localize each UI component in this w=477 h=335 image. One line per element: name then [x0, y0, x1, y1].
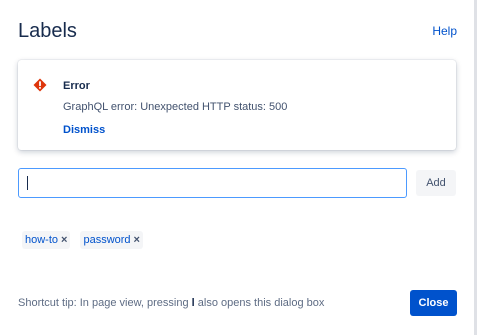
label-text[interactable]: password [83, 231, 130, 249]
labels-list: how-to × password × [22, 231, 143, 249]
remove-label-icon[interactable]: × [61, 231, 67, 249]
shortcut-tip-text-end: also opens this dialog box [194, 297, 325, 309]
dialog-header: Labels Help [18, 18, 457, 46]
label-input[interactable] [18, 168, 407, 198]
error-flag-message: GraphQL error: Unexpected HTTP status: 5… [63, 101, 288, 113]
error-flag: Error GraphQL error: Unexpected HTTP sta… [18, 60, 456, 150]
label-tag-password[interactable]: password × [80, 231, 143, 249]
label-input-row: Add [18, 168, 456, 198]
add-button[interactable]: Add [416, 170, 456, 196]
error-flag-title: Error [63, 80, 90, 92]
remove-label-icon[interactable]: × [134, 231, 140, 249]
shortcut-tip: Shortcut tip: In page view, pressing l a… [18, 296, 324, 310]
error-icon [33, 78, 47, 92]
dismiss-button[interactable]: Dismiss [63, 123, 105, 137]
help-link[interactable]: Help [432, 23, 457, 39]
label-tag-how-to[interactable]: how-to × [22, 231, 71, 249]
close-button[interactable]: Close [410, 290, 457, 316]
dialog-title: Labels [18, 20, 77, 42]
label-text[interactable]: how-to [25, 231, 58, 249]
text-caret [27, 176, 28, 190]
labels-dialog: Labels Help Error GraphQL error: Unexpec… [0, 0, 477, 335]
shortcut-tip-text: Shortcut tip: In page view, pressing [18, 297, 192, 309]
dialog-footer: Shortcut tip: In page view, pressing l a… [18, 290, 457, 316]
